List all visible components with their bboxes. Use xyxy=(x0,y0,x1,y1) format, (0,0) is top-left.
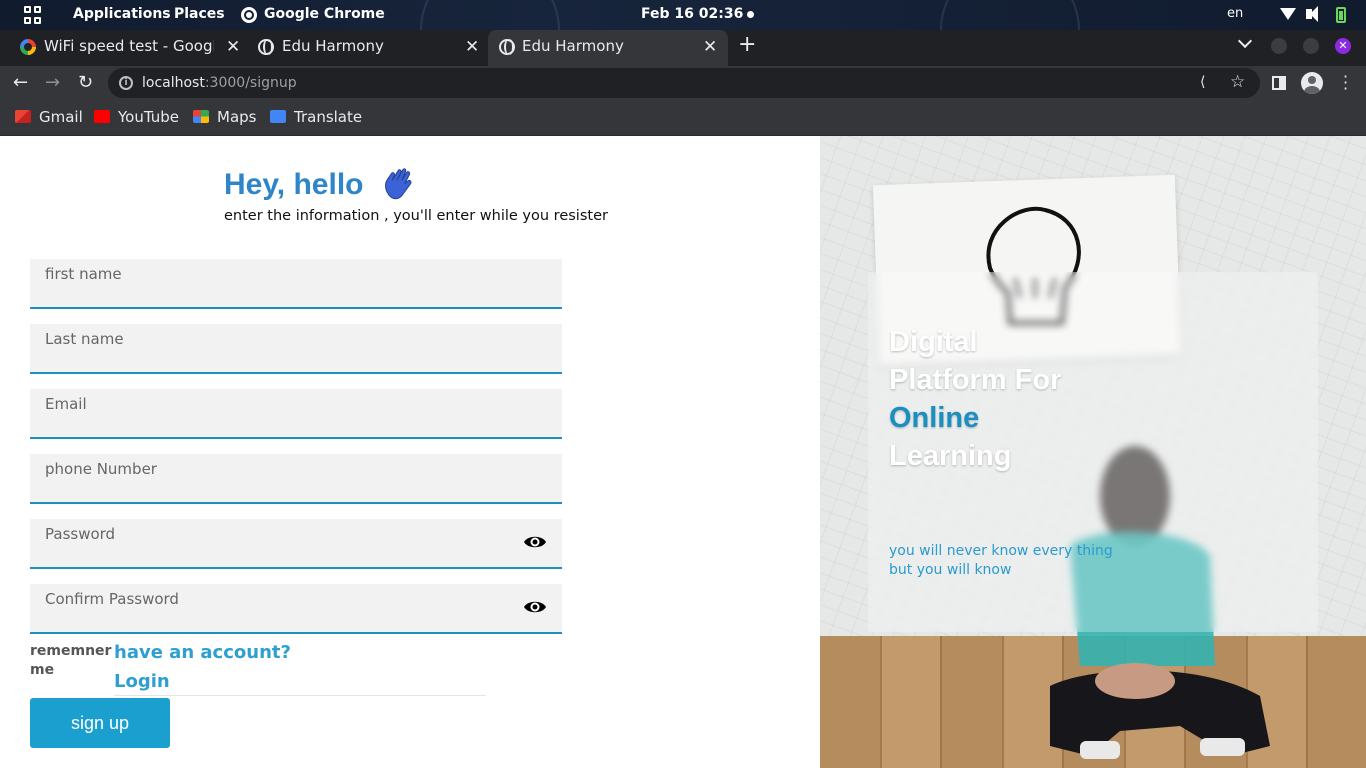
confirm-password-input[interactable] xyxy=(30,584,562,632)
minimize-window-icon[interactable] xyxy=(1271,38,1287,54)
forward-arrow-icon[interactable]: → xyxy=(45,71,60,95)
more-menu-icon[interactable]: · · · xyxy=(1343,69,1348,97)
last-name-field xyxy=(30,324,562,374)
wifi-icon[interactable] xyxy=(1280,8,1296,20)
signup-subtitle: enter the information , you'll enter whi… xyxy=(224,208,608,224)
signup-panel: Hey, hello enter the information , you'l… xyxy=(0,136,820,768)
tab-close-icon[interactable]: ✕ xyxy=(703,37,717,57)
activities-grid-icon[interactable] xyxy=(24,6,42,24)
tab-title: Edu Harmony xyxy=(522,37,624,55)
waving-hand-icon xyxy=(385,168,412,200)
last-name-input[interactable] xyxy=(30,324,562,372)
bookmark-label: Gmail xyxy=(39,108,83,126)
profile-avatar-icon[interactable] xyxy=(1301,72,1323,94)
bookmark-maps[interactable]: Maps xyxy=(193,108,256,126)
bookmark-label: Maps xyxy=(217,108,257,126)
chrome-icon xyxy=(241,7,257,23)
notification-dot-icon xyxy=(747,11,754,18)
first-name-field xyxy=(30,259,562,309)
have-account-text: have an account? xyxy=(114,642,291,663)
share-icon[interactable]: ⟨ xyxy=(1200,74,1205,90)
clock[interactable]: Feb 16 02:36 xyxy=(641,6,743,22)
maps-icon xyxy=(193,110,209,123)
applications-menu[interactable]: Applications xyxy=(73,6,171,22)
bookmark-youtube[interactable]: YouTube xyxy=(94,108,179,126)
hero-heading-line2: Platform For xyxy=(889,364,1062,396)
tab-title: WiFi speed test - Google s xyxy=(44,37,214,55)
tab-edu-harmony-1[interactable]: Edu Harmony ✕ xyxy=(238,30,488,66)
volume-icon[interactable] xyxy=(1306,6,1318,22)
tab-title: Edu Harmony xyxy=(282,37,384,55)
system-top-bar: Applications Places Google Chrome Feb 16… xyxy=(0,0,1366,30)
eye-icon[interactable] xyxy=(523,533,547,551)
globe-icon xyxy=(499,39,515,55)
maximize-window-icon[interactable] xyxy=(1303,38,1319,54)
hero-heading-line4: Learning xyxy=(889,440,1012,472)
hero-heading-line1: Digital xyxy=(889,326,978,358)
battery-icon[interactable] xyxy=(1336,7,1346,23)
close-window-icon[interactable]: ✕ xyxy=(1335,38,1351,54)
google-icon xyxy=(20,39,36,55)
bookmark-label: Translate xyxy=(294,108,363,126)
translate-icon xyxy=(270,110,286,123)
tab-close-icon[interactable]: ✕ xyxy=(465,37,479,57)
bookmark-star-icon[interactable]: ☆ xyxy=(1230,72,1245,92)
hero-tagline: you will never know every thing but you … xyxy=(889,543,1113,578)
browser-toolbar: ← → ↻ i localhost:3000/signup ⟨ ☆ · · · xyxy=(0,66,1366,100)
places-menu[interactable]: Places xyxy=(174,6,225,22)
bookmarks-bar: Gmail YouTube Maps Translate xyxy=(0,100,1366,136)
phone-field xyxy=(30,454,562,504)
new-tab-plus-icon[interactable]: + xyxy=(738,34,756,56)
wallpaper-decoration xyxy=(940,0,1080,30)
sign-up-button[interactable]: sign up xyxy=(30,698,170,748)
email-input[interactable] xyxy=(30,389,562,437)
tab-wifi-speed-test[interactable]: WiFi speed test - Google s ✕ xyxy=(0,30,248,66)
bookmark-label: YouTube xyxy=(118,108,179,126)
youtube-icon xyxy=(94,110,110,123)
greeting-heading: Hey, hello xyxy=(224,168,364,201)
phone-input[interactable] xyxy=(30,454,562,502)
bookmark-translate[interactable]: Translate xyxy=(270,108,362,126)
gmail-icon xyxy=(15,110,31,123)
eye-icon[interactable] xyxy=(523,598,547,616)
reload-icon[interactable]: ↻ xyxy=(78,71,93,95)
first-name-input[interactable] xyxy=(30,259,562,307)
wallpaper-decoration xyxy=(420,0,560,30)
bookmark-gmail[interactable]: Gmail xyxy=(15,108,83,126)
url-text[interactable]: localhost:3000/signup xyxy=(142,75,297,91)
email-field xyxy=(30,389,562,439)
password-field xyxy=(30,519,562,569)
side-panel-icon[interactable] xyxy=(1272,76,1286,90)
active-app-menu[interactable]: Google Chrome xyxy=(264,6,385,22)
confirm-password-field xyxy=(30,584,562,634)
remember-me-label[interactable]: rememner me xyxy=(30,642,111,680)
tab-strip: WiFi speed test - Google s ✕ Edu Harmony… xyxy=(0,30,1366,66)
url-host: localhost xyxy=(142,75,205,91)
keyboard-layout[interactable]: en xyxy=(1227,6,1243,21)
address-bar[interactable]: i localhost:3000/signup ⟨ ☆ xyxy=(108,68,1260,98)
tab-edu-harmony-active[interactable]: Edu Harmony ✕ xyxy=(488,30,728,66)
url-path: :3000/signup xyxy=(204,75,297,91)
password-input[interactable] xyxy=(30,519,562,567)
hero-panel: Digital Platform For Online Learning you… xyxy=(820,136,1366,768)
site-info-icon[interactable]: i xyxy=(119,76,133,90)
globe-icon xyxy=(258,39,274,55)
back-arrow-icon[interactable]: ← xyxy=(13,71,28,95)
login-link[interactable]: Login xyxy=(114,671,486,696)
hero-heading-line3: Online xyxy=(889,402,980,434)
